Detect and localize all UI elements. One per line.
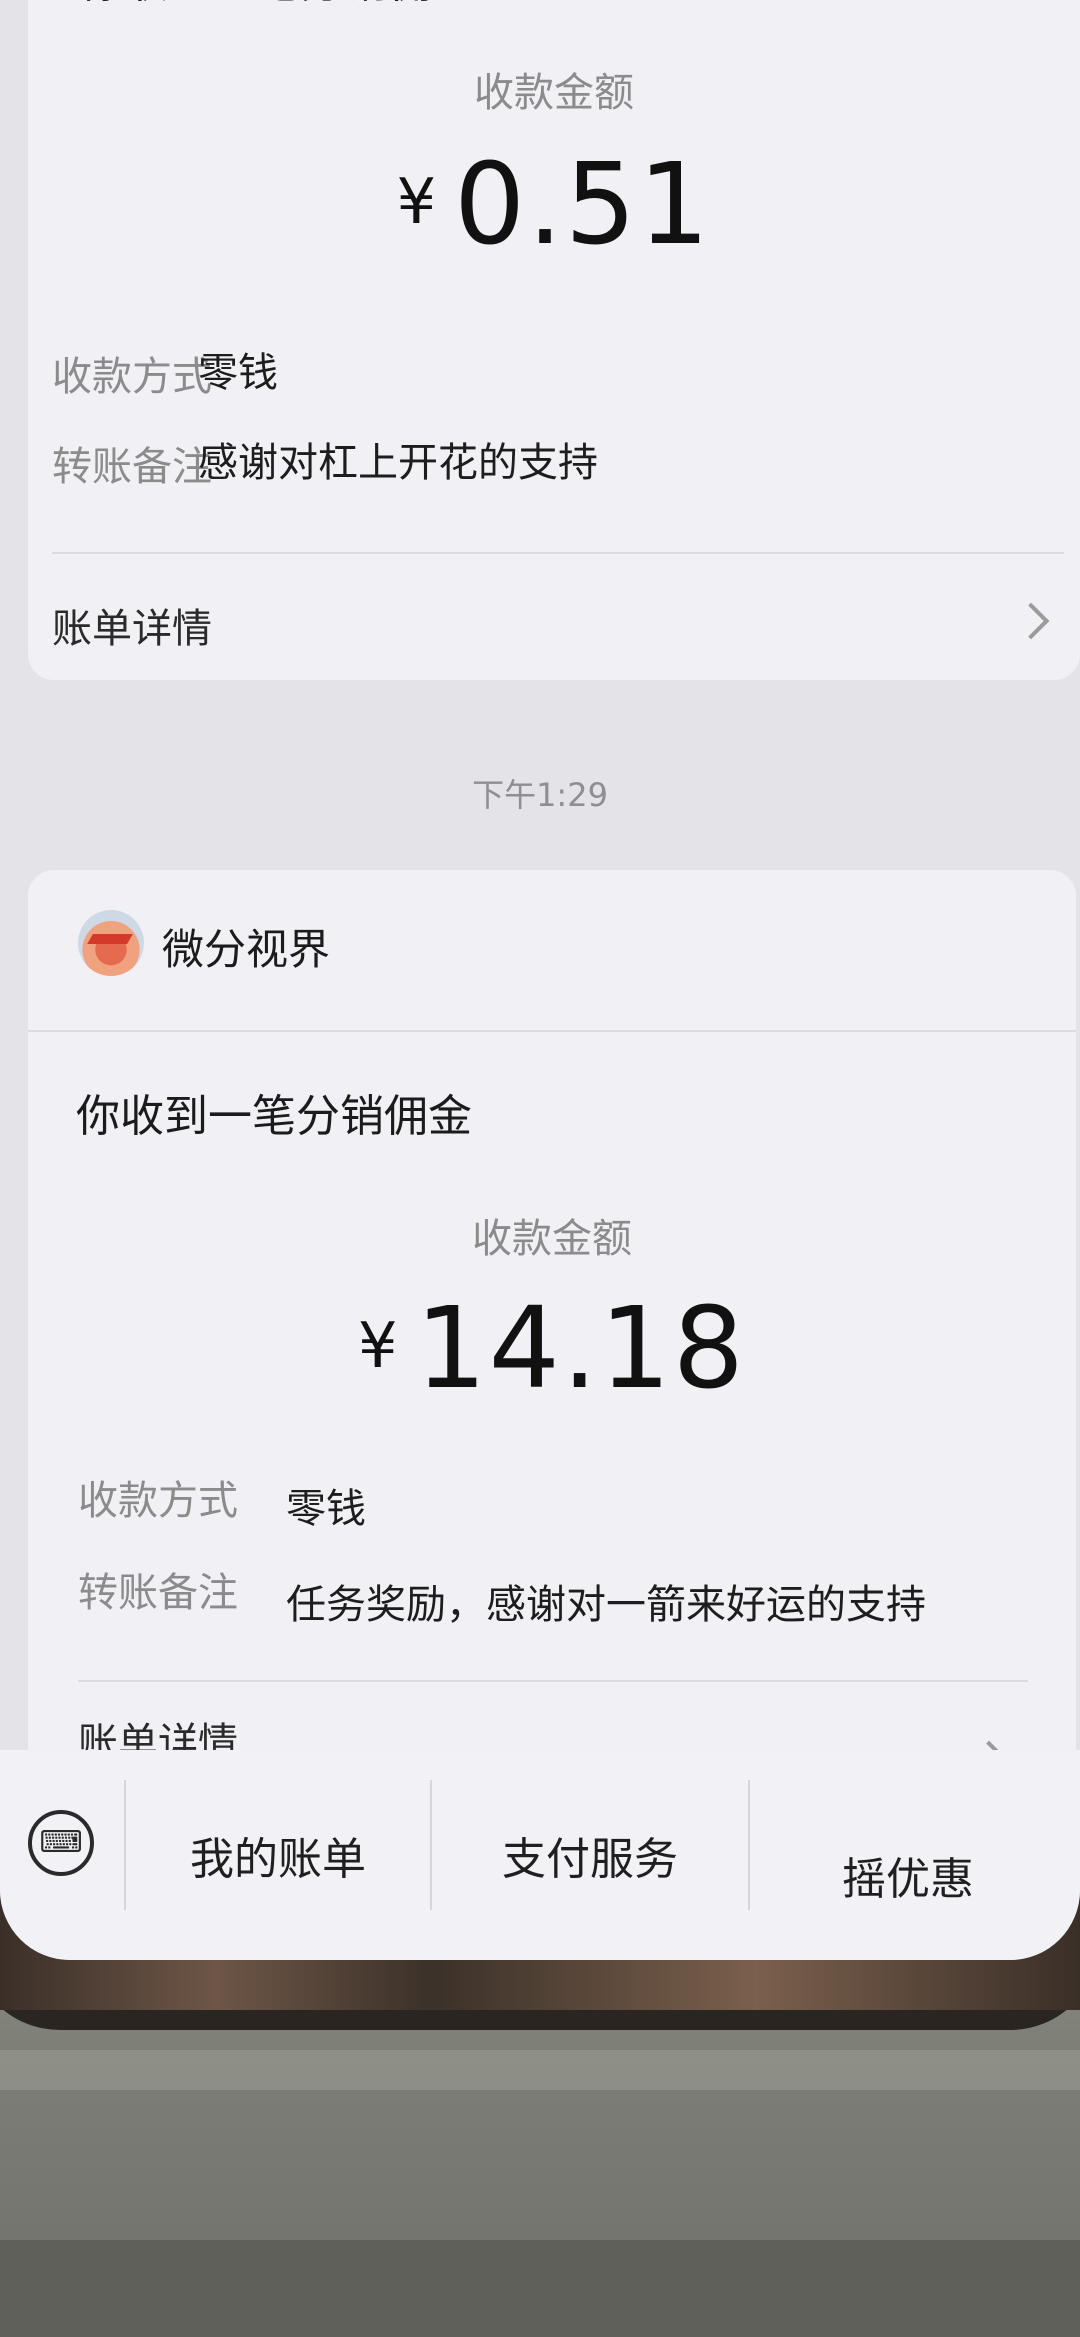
bill-detail-link[interactable]: 账单详情 [52, 596, 212, 654]
keyboard-icon: ⌨ [39, 1825, 83, 1860]
payment-card-2[interactable]: 微分视界 你收到一笔分销佣金 收款金额 ¥14.18 收款方式 零钱 转账备注 … [28, 870, 1076, 1780]
desk-edge [0, 2050, 1080, 2090]
card-title: 你收到一笔分销佣金 [76, 1091, 472, 1142]
row-value: 感谢对杠上开花的支持 [198, 440, 598, 486]
merchant-name: 微分视界 [162, 925, 331, 974]
currency-symbol: ¥ [396, 165, 437, 238]
divider [78, 1680, 1028, 1682]
amount-label: 收款金额 [472, 1216, 632, 1262]
timestamp: 下午1:29 [472, 776, 608, 814]
phone-screen: 你收到一笔分销佣金 收款金额 ¥0.51 收款方式 零钱 转账备注 感谢对杠上开… [0, 0, 1080, 1960]
row-key: 转账备注 [52, 444, 212, 490]
amount: ¥14.18 [28, 1284, 1076, 1414]
divider [52, 552, 1064, 554]
amount-label: 收款金额 [474, 70, 634, 116]
amount-value: 0.51 [454, 140, 712, 270]
row-key: 收款方式 [78, 1478, 238, 1524]
bottom-menu-bar: ⌨ 我的账单 支付服务 摇优惠 [0, 1750, 1080, 1960]
row-key: 转账备注 [78, 1570, 238, 1616]
row-value: 零钱 [198, 350, 278, 396]
amount-value: 14.18 [415, 1284, 747, 1414]
currency-symbol: ¥ [357, 1309, 398, 1382]
amount: ¥0.51 [28, 140, 1080, 270]
row-key: 收款方式 [52, 354, 212, 400]
merchant-header[interactable]: 微分视界 [28, 870, 1076, 1040]
divider [28, 1030, 1076, 1032]
desk-shadow [0, 2240, 1080, 2337]
menu-my-bills[interactable]: 我的账单 [126, 1800, 430, 1910]
payment-card-1[interactable]: 你收到一笔分销佣金 收款金额 ¥0.51 收款方式 零钱 转账备注 感谢对杠上开… [28, 0, 1080, 680]
menu-shake-deals[interactable]: 摇优惠 [750, 1820, 1066, 1930]
menu-pay-service[interactable]: 支付服务 [432, 1800, 748, 1910]
row-value: 零钱 [286, 1486, 366, 1532]
row-value: 任务奖励，感谢对一箭来好运的支持 [286, 1582, 926, 1628]
chevron-right-icon [1012, 602, 1050, 640]
keyboard-toggle-button[interactable]: ⌨ [28, 1810, 94, 1876]
merchant-avatar [78, 910, 144, 976]
card-title: 你收到一笔分销佣金 [80, 0, 476, 10]
